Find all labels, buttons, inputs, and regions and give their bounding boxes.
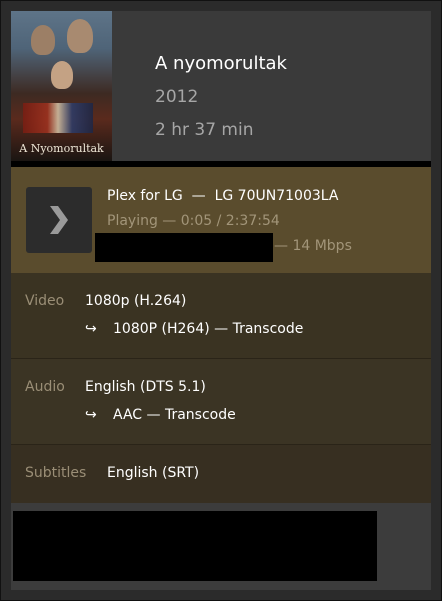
player-device-name: Plex for LG — LG 70UN71003LA bbox=[107, 188, 339, 204]
audio-label: Audio bbox=[25, 379, 65, 395]
subtitles-stream-row: Subtitles English (SRT) bbox=[11, 445, 431, 503]
poster-flag bbox=[23, 103, 93, 133]
media-header: A Nyomorultak A nyomorultak 2012 2 hr 37… bbox=[11, 11, 431, 161]
media-title[interactable]: A nyomorultak bbox=[155, 53, 287, 74]
audio-source: English (DTS 5.1) bbox=[85, 379, 206, 395]
video-source: 1080p (H.264) bbox=[85, 293, 187, 309]
poster-figure bbox=[51, 61, 73, 89]
audio-target: AAC — Transcode bbox=[113, 407, 236, 423]
redacted-address bbox=[95, 233, 273, 262]
subtitles-source: English (SRT) bbox=[107, 465, 200, 481]
footer-panel bbox=[11, 503, 431, 590]
video-stream-row: Video 1080p (H.264) ↪ 1080P (H264) — Tra… bbox=[11, 273, 431, 359]
redacted-user-info bbox=[13, 511, 377, 581]
session-card: A Nyomorultak A nyomorultak 2012 2 hr 37… bbox=[0, 0, 442, 601]
poster-figure bbox=[31, 25, 55, 55]
media-duration: 2 hr 37 min bbox=[155, 120, 254, 140]
player-panel: Plex for LG — LG 70UN71003LA Playing — 0… bbox=[11, 167, 431, 273]
transcode-arrow-icon: ↪ bbox=[85, 407, 97, 423]
subtitles-label: Subtitles bbox=[25, 465, 87, 481]
chevron-right-icon bbox=[50, 206, 68, 234]
movie-poster[interactable]: A Nyomorultak bbox=[11, 11, 112, 161]
bandwidth-value: — 14 Mbps bbox=[274, 238, 352, 254]
video-label: Video bbox=[25, 293, 65, 309]
transcode-arrow-icon: ↪ bbox=[85, 321, 97, 337]
video-target: 1080P (H264) — Transcode bbox=[113, 321, 304, 337]
player-chevron-button[interactable] bbox=[26, 187, 92, 253]
poster-title: A Nyomorultak bbox=[19, 142, 104, 155]
media-year: 2012 bbox=[155, 87, 199, 107]
poster-figure bbox=[67, 19, 93, 53]
audio-stream-row: Audio English (DTS 5.1) ↪ AAC — Transcod… bbox=[11, 359, 431, 445]
playback-status: Playing — 0:05 / 2:37:54 bbox=[107, 213, 280, 229]
